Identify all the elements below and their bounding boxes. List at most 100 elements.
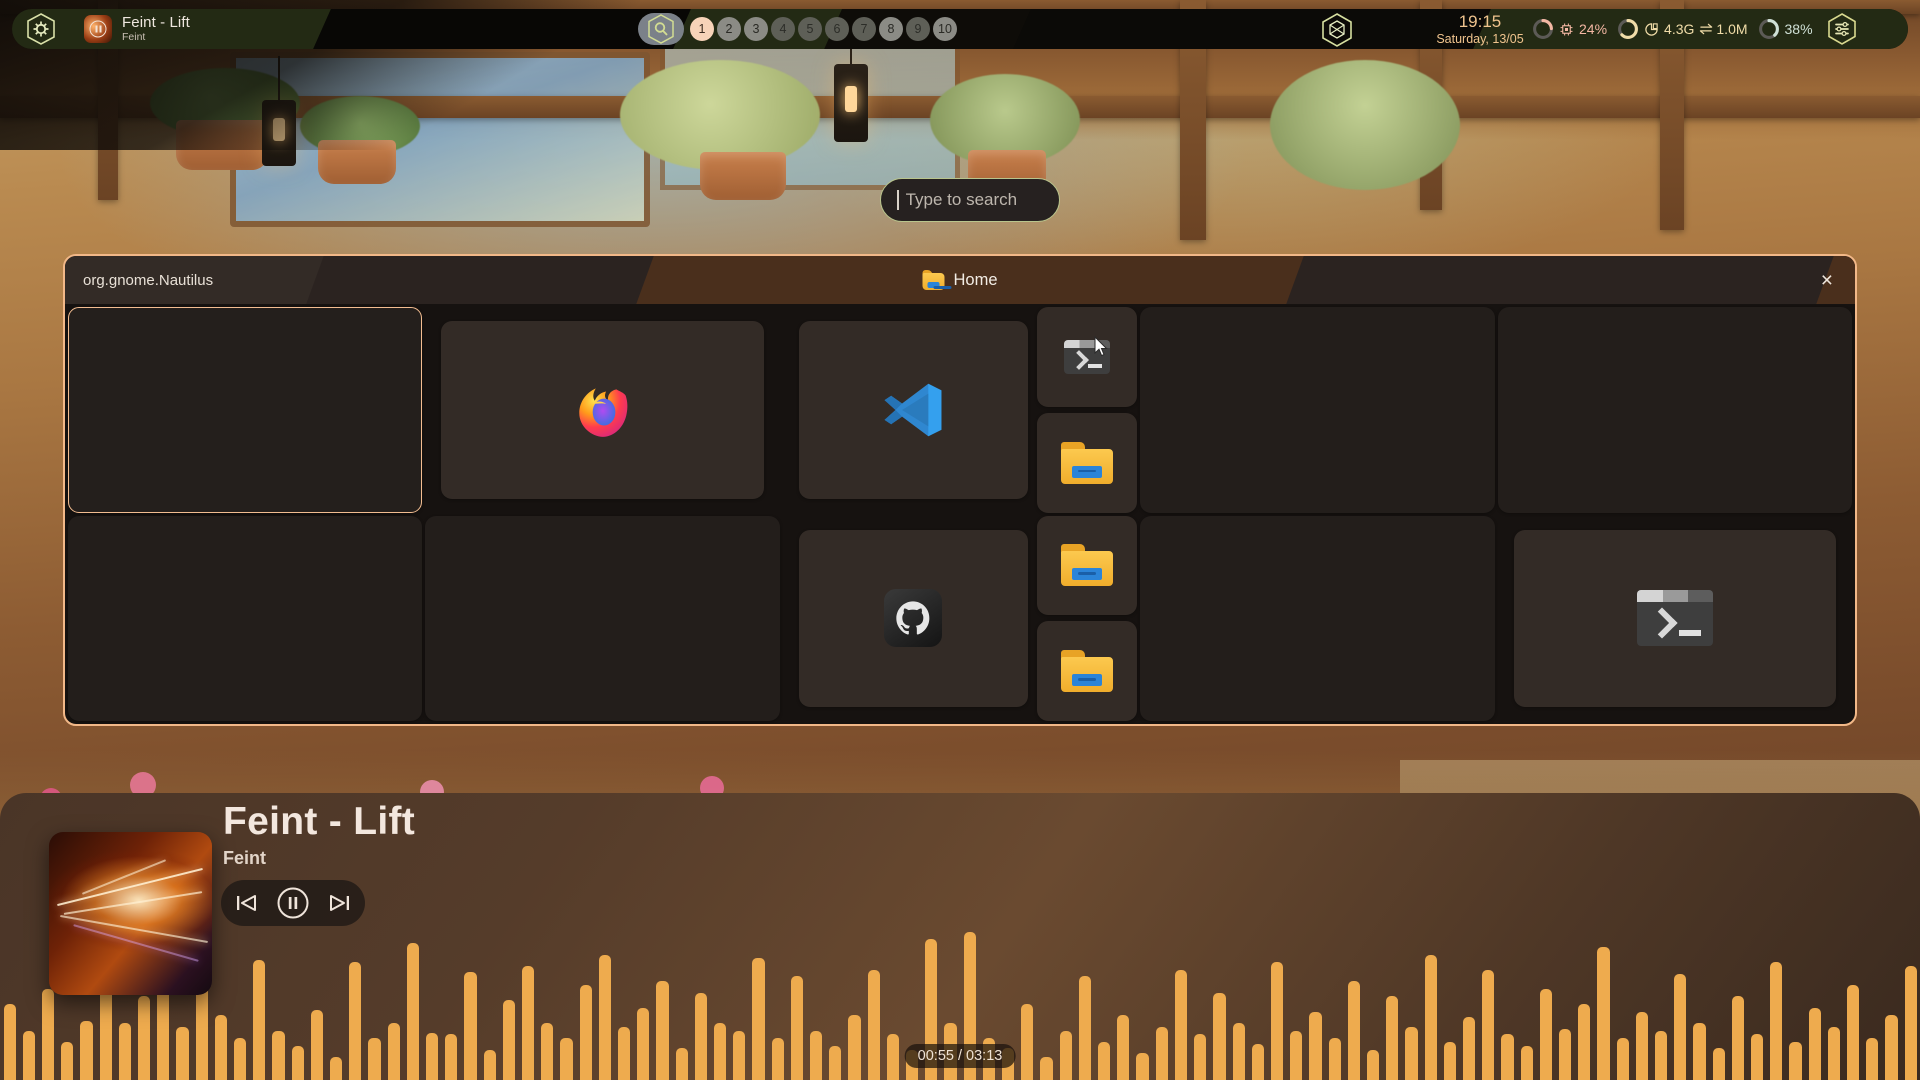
waveform-bar: [848, 1015, 861, 1080]
waveform-bar: [656, 981, 669, 1080]
waveform-bar: [349, 962, 362, 1080]
tile-terminal-large[interactable]: [1513, 529, 1836, 707]
waveform-bar: [406, 943, 419, 1080]
topbar-track-artist: Feint: [122, 31, 146, 44]
waveform-bar: [714, 1023, 727, 1080]
waveform-bar: [1789, 1042, 1802, 1080]
tile-cell-r2c3[interactable]: [783, 515, 1138, 721]
topbar-now-playing[interactable]: Feint - Lift Feint: [84, 14, 190, 44]
folder-icon: [1061, 544, 1114, 587]
waveform-bar: [41, 988, 55, 1080]
tile-vscode[interactable]: [798, 321, 1029, 499]
workspace-8[interactable]: 8: [879, 17, 903, 41]
tile-empty[interactable]: [425, 515, 780, 721]
next-track-button[interactable]: [326, 891, 352, 915]
previous-track-button[interactable]: [234, 891, 260, 915]
folder-icon: [1061, 441, 1114, 484]
terminal-icon: [1636, 590, 1713, 647]
waveform-bar: [1904, 966, 1917, 1080]
tile-cell-r2c1[interactable]: [68, 515, 423, 721]
window-tile-grid: [65, 304, 1855, 724]
workspace-10[interactable]: 10: [933, 17, 957, 41]
tile-cell-r1c3[interactable]: [783, 307, 1138, 513]
tile-cell-r1c1[interactable]: [68, 307, 423, 513]
waveform-bar: [1482, 969, 1495, 1080]
workspace-2[interactable]: 2: [717, 17, 741, 41]
workspace-7[interactable]: 7: [852, 17, 876, 41]
search-hexagon-icon: [648, 14, 674, 44]
control-panel-button[interactable]: [1826, 12, 1856, 46]
settings-button[interactable]: [26, 12, 56, 46]
tile-subcolumn-github: [1037, 515, 1138, 721]
waveform-bar: [1251, 1043, 1264, 1080]
tile-cell-r2c2[interactable]: [425, 515, 780, 721]
cpu-chip-icon: [1560, 23, 1573, 35]
tile-terminal-small[interactable]: [1037, 307, 1138, 407]
workspace-6[interactable]: 6: [825, 17, 849, 41]
tile-files[interactable]: [1037, 412, 1138, 513]
clock[interactable]: 19:15 Saturday, 13/05: [1420, 12, 1540, 45]
folder-icon: [922, 270, 952, 290]
waveform-bar: [3, 1004, 16, 1080]
tile-empty[interactable]: [1140, 307, 1495, 513]
workspace-1[interactable]: 1: [690, 17, 714, 41]
tile-cell-r2c5[interactable]: [1498, 516, 1852, 722]
waveform-bar: [790, 975, 804, 1080]
workspace-9[interactable]: 9: [906, 17, 930, 41]
search-button[interactable]: [638, 13, 684, 45]
waveform-bar: [1731, 996, 1744, 1080]
tile-empty[interactable]: [68, 515, 423, 721]
waveform-bar: [483, 1049, 496, 1080]
waveform-bar: [752, 958, 765, 1080]
window-overview: org.gnome.Nautilus Home ×: [63, 254, 1857, 726]
network-value: 1.0M: [1716, 21, 1748, 37]
tile-subcolumn-vscode: [1037, 307, 1138, 513]
tile-empty-focused[interactable]: [68, 307, 423, 513]
control-panel-hexagon-icon: [1827, 13, 1856, 45]
tile-cell-r2c4[interactable]: [1140, 515, 1495, 721]
waveform-bar: [771, 1038, 784, 1080]
workspace-indicator: 1 2 3 4 5 6 7 8 9 10: [690, 17, 957, 41]
cpu-value: 24%: [1579, 21, 1608, 37]
waveform-bar: [1578, 1004, 1591, 1080]
waveform-bar: [1098, 1042, 1111, 1080]
tile-firefox[interactable]: [441, 321, 764, 499]
workspace-overview-button[interactable]: [1320, 12, 1352, 47]
play-pause-button[interactable]: [276, 886, 310, 920]
gear-hexagon-icon: [27, 13, 55, 45]
tile-files[interactable]: [1037, 515, 1138, 616]
waveform-bar: [1443, 1042, 1456, 1080]
network-arrows-icon: [1700, 23, 1713, 35]
waveform-bar: [1885, 1015, 1898, 1080]
tile-cell-r1c2[interactable]: [425, 307, 779, 513]
previous-track-icon: [237, 895, 256, 911]
close-icon[interactable]: ×: [1821, 270, 1833, 291]
workspace-3[interactable]: 3: [744, 17, 768, 41]
waveform-bar: [1539, 988, 1552, 1080]
waveform-bar: [1712, 1047, 1725, 1080]
waveform-bar: [1674, 973, 1687, 1080]
waveform-bar: [598, 954, 611, 1080]
waveform-bar: [233, 1038, 247, 1080]
waveform-bar: [1597, 947, 1610, 1080]
waveform-bar: [1847, 985, 1860, 1080]
waveform-bar: [1424, 954, 1437, 1080]
tile-github[interactable]: [798, 529, 1029, 707]
tile-empty[interactable]: [1140, 515, 1495, 721]
tile-files[interactable]: [1037, 621, 1138, 721]
workspace-4[interactable]: 4: [771, 17, 795, 41]
workspace-5[interactable]: 5: [798, 17, 822, 41]
system-monitors: 24% 4.3G 1.0M 38%: [1532, 12, 1856, 46]
waveform-bar: [1040, 1057, 1053, 1080]
waveform-bar: [1866, 1038, 1879, 1080]
search-input[interactable]: Type to search: [880, 178, 1060, 222]
memory-icon: [1645, 22, 1658, 36]
tile-empty[interactable]: [1497, 307, 1852, 513]
window-title-group: Home: [922, 270, 998, 290]
tile-cell-r1c5[interactable]: [1497, 307, 1852, 513]
tile-cell-r1c4[interactable]: [1140, 307, 1495, 513]
window-app-id: org.gnome.Nautilus: [83, 271, 214, 289]
clock-date: Saturday, 13/05: [1436, 31, 1524, 46]
waveform-bar: [1328, 1038, 1341, 1080]
waveform-bar: [867, 969, 880, 1080]
